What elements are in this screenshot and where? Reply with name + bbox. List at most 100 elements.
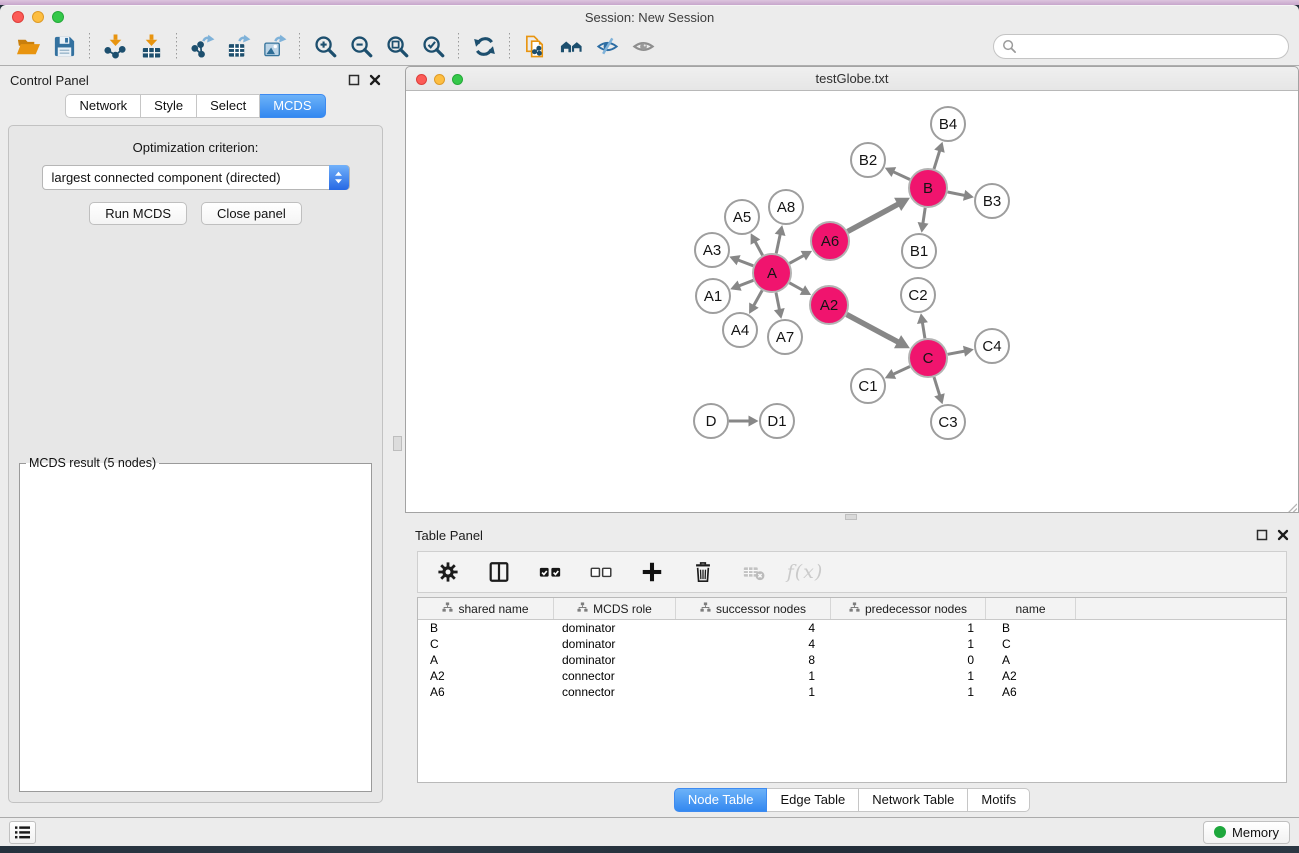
table-cell[interactable]: 1	[831, 620, 986, 636]
table-cell[interactable]: A2	[986, 668, 1076, 684]
table-cell[interactable]: 1	[676, 684, 831, 700]
graph-node-A4[interactable]: A4	[723, 313, 757, 347]
splitter-grip[interactable]	[845, 514, 857, 520]
refresh-icon[interactable]	[469, 33, 499, 61]
graph-node-A[interactable]: A	[753, 254, 791, 292]
network-canvas[interactable]: B4B2BB3A5A8A6A3B1AA1A2C2A4A7C4CC1C3DD1	[406, 91, 1298, 512]
column-header-shared-name[interactable]: shared name	[418, 598, 554, 619]
column-header-name[interactable]: name	[986, 598, 1076, 619]
graph-node-A2[interactable]: A2	[810, 286, 848, 324]
table-cell[interactable]: 1	[831, 636, 986, 652]
zoom-selected-icon[interactable]	[418, 33, 448, 61]
network-minimize-button[interactable]	[434, 74, 445, 85]
import-table-icon[interactable]	[136, 33, 166, 61]
tab-select[interactable]: Select	[197, 94, 260, 118]
table-cell[interactable]: A2	[418, 668, 554, 684]
export-table-icon[interactable]	[223, 33, 253, 61]
column-header-predecessor-nodes[interactable]: predecessor nodes	[831, 598, 986, 619]
float-panel-icon[interactable]	[348, 74, 360, 86]
graph-node-A5[interactable]: A5	[725, 200, 759, 234]
close-panel-icon[interactable]	[369, 74, 381, 86]
task-history-button[interactable]	[9, 821, 36, 844]
graph-node-A3[interactable]: A3	[695, 233, 729, 267]
tab-mcds[interactable]: MCDS	[260, 94, 325, 118]
resize-corner-icon[interactable]	[1286, 500, 1297, 511]
graph-node-B4[interactable]: B4	[931, 107, 965, 141]
settings-gear-icon[interactable]	[433, 558, 463, 586]
table-row[interactable]: Cdominator41C	[418, 636, 1286, 652]
table-row[interactable]: A2connector11A2	[418, 668, 1286, 684]
show-all-icon[interactable]	[628, 33, 658, 61]
table-cell[interactable]: B	[986, 620, 1076, 636]
table-cell[interactable]: connector	[554, 684, 676, 700]
graph-node-A8[interactable]: A8	[769, 190, 803, 224]
column-header-successor-nodes[interactable]: successor nodes	[676, 598, 831, 619]
graph-node-C4[interactable]: C4	[975, 329, 1009, 363]
table-row[interactable]: A6connector11A6	[418, 684, 1286, 700]
table-row[interactable]: Bdominator41B	[418, 620, 1286, 636]
vertical-splitter[interactable]	[391, 66, 405, 817]
memory-button[interactable]: Memory	[1203, 821, 1290, 844]
network-window-titlebar[interactable]: testGlobe.txt	[406, 67, 1298, 91]
tab-motifs[interactable]: Motifs	[968, 788, 1030, 812]
graph-node-D[interactable]: D	[694, 404, 728, 438]
titlebar[interactable]: Session: New Session	[0, 6, 1299, 28]
graph-node-B2[interactable]: B2	[851, 143, 885, 177]
tab-network[interactable]: Network	[65, 94, 141, 118]
delete-column-icon[interactable]	[688, 558, 718, 586]
run-mcds-button[interactable]: Run MCDS	[89, 202, 187, 225]
close-window-button[interactable]	[12, 11, 24, 23]
export-network-icon[interactable]	[187, 33, 217, 61]
duplicate-network-icon[interactable]	[520, 33, 550, 61]
open-file-icon[interactable]	[13, 33, 43, 61]
add-column-icon[interactable]	[637, 558, 667, 586]
table-cell[interactable]: 1	[676, 668, 831, 684]
select-all-icon[interactable]	[535, 558, 565, 586]
table-cell[interactable]: C	[986, 636, 1076, 652]
graph-node-A7[interactable]: A7	[768, 320, 802, 354]
table-cell[interactable]: A6	[418, 684, 554, 700]
column-header-MCDS-role[interactable]: MCDS role	[554, 598, 676, 619]
table-cell[interactable]: 0	[831, 652, 986, 668]
table-cell[interactable]: A	[418, 652, 554, 668]
minimize-window-button[interactable]	[32, 11, 44, 23]
tab-node-table[interactable]: Node Table	[674, 788, 768, 812]
table-cell[interactable]: 1	[831, 684, 986, 700]
table-cell[interactable]: connector	[554, 668, 676, 684]
table-cell[interactable]: A6	[986, 684, 1076, 700]
save-session-icon[interactable]	[49, 33, 79, 61]
deselect-all-icon[interactable]	[586, 558, 616, 586]
close-panel-button[interactable]: Close panel	[201, 202, 302, 225]
export-image-icon[interactable]	[259, 33, 289, 61]
tab-edge-table[interactable]: Edge Table	[767, 788, 859, 812]
tab-style[interactable]: Style	[141, 94, 197, 118]
zoom-in-icon[interactable]	[310, 33, 340, 61]
graph-node-C2[interactable]: C2	[901, 278, 935, 312]
network-zoom-button[interactable]	[452, 74, 463, 85]
optimization-criterion-select[interactable]: largest connected component (directed)	[42, 165, 350, 190]
graph-node-A6[interactable]: A6	[811, 222, 849, 260]
graph-node-B[interactable]: B	[909, 169, 947, 207]
graph-node-B1[interactable]: B1	[902, 234, 936, 268]
table-cell[interactable]: C	[418, 636, 554, 652]
table-cell[interactable]: 1	[831, 668, 986, 684]
hide-selected-icon[interactable]	[592, 33, 622, 61]
table-cell[interactable]: dominator	[554, 652, 676, 668]
tab-network-table[interactable]: Network Table	[859, 788, 968, 812]
table-cell[interactable]: dominator	[554, 636, 676, 652]
graph-node-C[interactable]: C	[909, 339, 947, 377]
horizontal-splitter[interactable]	[405, 513, 1299, 521]
table-cell[interactable]: A	[986, 652, 1076, 668]
network-close-button[interactable]	[416, 74, 427, 85]
table-cell[interactable]: 4	[676, 636, 831, 652]
graph-node-C3[interactable]: C3	[931, 405, 965, 439]
column-visibility-icon[interactable]	[484, 558, 514, 586]
close-panel-icon[interactable]	[1277, 529, 1289, 541]
zoom-fit-icon[interactable]	[382, 33, 412, 61]
graph-node-D1[interactable]: D1	[760, 404, 794, 438]
search-input[interactable]	[993, 34, 1289, 59]
table-cell[interactable]: 4	[676, 620, 831, 636]
table-row[interactable]: Adominator80A	[418, 652, 1286, 668]
table-cell[interactable]: 8	[676, 652, 831, 668]
zoom-window-button[interactable]	[52, 11, 64, 23]
